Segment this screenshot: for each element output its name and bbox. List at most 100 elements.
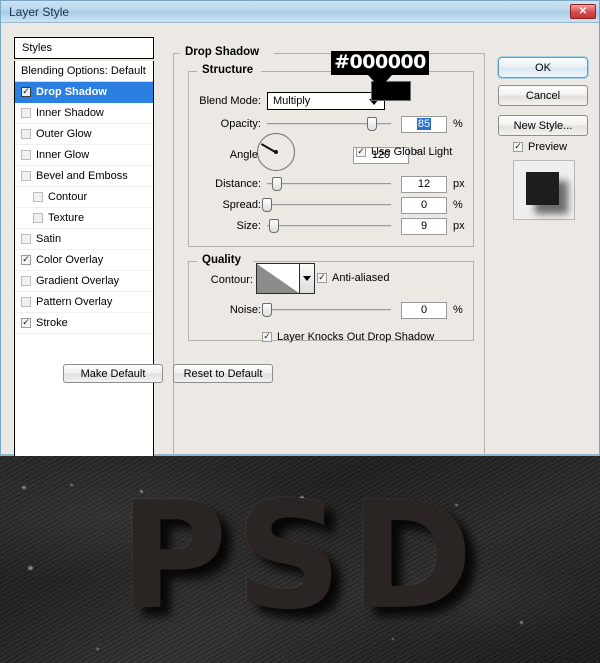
callout-pointer-icon [368, 74, 392, 88]
style-enable-checkbox[interactable] [21, 276, 31, 286]
style-list-item[interactable]: Bevel and Emboss [15, 166, 153, 187]
use-global-light-row[interactable]: Use Global Light [356, 146, 452, 158]
anti-aliased-label: Anti-aliased [332, 272, 390, 284]
style-enable-checkbox[interactable] [21, 108, 31, 118]
style-list-item-label: Color Overlay [36, 254, 104, 266]
spread-input[interactable]: 0 [401, 196, 447, 214]
style-list-item[interactable]: Stroke [15, 313, 153, 334]
opacity-row: Opacity: 85 % [197, 115, 463, 133]
style-list-item-label: Contour [48, 191, 88, 203]
style-list-item-label: Outer Glow [36, 128, 92, 140]
page-title: Layer Style [9, 4, 70, 19]
blend-mode-select[interactable]: Multiply [267, 92, 385, 110]
style-list-item-label: Gradient Overlay [36, 275, 120, 287]
size-unit: px [453, 220, 465, 232]
style-list-item[interactable]: Blending Options: Default [15, 61, 153, 82]
size-slider[interactable] [267, 219, 391, 233]
style-list-item[interactable]: Inner Glow [15, 145, 153, 166]
angle-dial[interactable] [257, 133, 295, 171]
size-input[interactable]: 9 [401, 217, 447, 235]
psd-artwork-text: PSD [119, 470, 481, 642]
style-enable-checkbox[interactable] [21, 234, 31, 244]
close-icon[interactable]: ✕ [570, 4, 596, 19]
size-row: Size: 9 px [197, 217, 465, 235]
anti-aliased-checkbox[interactable] [317, 273, 327, 283]
preview-checkbox[interactable] [513, 142, 523, 152]
size-label: Size: [236, 220, 261, 232]
layer-knocks-out-row[interactable]: Layer Knocks Out Drop Shadow [262, 331, 434, 343]
style-list-item[interactable]: Drop Shadow [15, 82, 153, 103]
new-style-button[interactable]: New Style... [498, 115, 588, 136]
blend-mode-label: Blend Mode: [199, 95, 261, 107]
layer-knocks-out-checkbox[interactable] [262, 332, 272, 342]
style-enable-checkbox[interactable] [21, 129, 31, 139]
noise-row: Noise: 0 % [197, 301, 463, 319]
style-enable-checkbox[interactable] [21, 318, 31, 328]
noise-input[interactable]: 0 [401, 301, 447, 319]
ok-button[interactable]: OK [498, 57, 588, 78]
distance-row: Distance: 12 px [197, 175, 465, 193]
opacity-slider[interactable] [267, 117, 391, 131]
style-list-item[interactable]: Contour [15, 187, 153, 208]
noise-slider-thumb[interactable] [262, 303, 272, 317]
preview-row[interactable]: Preview [513, 141, 567, 153]
spread-slider-thumb[interactable] [262, 198, 272, 212]
style-list-item-label: Pattern Overlay [36, 296, 113, 308]
size-slider-thumb[interactable] [269, 219, 280, 233]
style-enable-checkbox[interactable] [21, 171, 31, 181]
distance-slider[interactable] [267, 177, 391, 191]
style-enable-checkbox[interactable] [33, 192, 43, 202]
style-enable-checkbox[interactable] [21, 297, 31, 307]
opacity-unit: % [453, 118, 463, 130]
style-list-item[interactable]: Outer Glow [15, 124, 153, 145]
noise-label: Noise: [229, 304, 261, 316]
make-default-button[interactable]: Make Default [63, 364, 163, 383]
style-enable-checkbox[interactable] [33, 213, 43, 223]
callout-text: #000000 [331, 51, 429, 75]
opacity-slider-thumb[interactable] [367, 117, 378, 131]
noise-slider[interactable] [262, 303, 391, 317]
style-list-item[interactable]: Satin [15, 229, 153, 250]
style-enable-checkbox[interactable] [21, 150, 31, 160]
contour-dropdown-button[interactable] [300, 263, 315, 294]
angle-row: Angle: [197, 146, 261, 164]
spread-slider[interactable] [262, 198, 391, 212]
spread-label: Spread: [222, 199, 261, 211]
structure-group-title: Structure [197, 64, 259, 76]
blend-mode-row: Blend Mode: Multiply [197, 92, 385, 110]
distance-slider-thumb[interactable] [271, 177, 282, 191]
style-enable-checkbox[interactable] [21, 87, 31, 97]
style-list-item[interactable]: Pattern Overlay [15, 292, 153, 313]
style-list-item-label: Satin [36, 233, 62, 245]
style-list-item-label: Stroke [36, 317, 68, 329]
dialog-titlebar[interactable]: Layer Style ✕ [1, 1, 599, 23]
style-list-item[interactable]: Color Overlay [15, 250, 153, 271]
styles-list[interactable]: Blending Options: Default Drop Shadow Inne… [14, 61, 154, 462]
contour-preview[interactable] [256, 263, 300, 294]
spread-row: Spread: 0 % [197, 196, 463, 214]
opacity-label: Opacity: [220, 118, 261, 130]
noise-unit: % [453, 304, 463, 316]
reset-to-default-button[interactable]: Reset to Default [173, 364, 273, 383]
opacity-input[interactable]: 85 [401, 115, 447, 133]
anti-aliased-row[interactable]: Anti-aliased [317, 272, 389, 284]
contour-row: Contour: [197, 271, 253, 289]
distance-input[interactable]: 12 [401, 175, 447, 193]
use-global-light-checkbox[interactable] [356, 147, 366, 157]
style-list-item[interactable]: Texture [15, 208, 153, 229]
chevron-down-icon [303, 276, 311, 281]
style-list-item[interactable]: Inner Shadow [15, 103, 153, 124]
preview-label: Preview [528, 141, 568, 153]
style-list-item-label: Drop Shadow [36, 86, 107, 98]
cancel-button[interactable]: Cancel [498, 85, 588, 106]
dialog-body: Styles Blending Options: Default Drop Sha… [1, 23, 599, 463]
style-enable-checkbox[interactable] [21, 255, 31, 265]
style-list-item-label: Texture [48, 212, 85, 224]
psd-artwork-canvas: PSD [0, 456, 600, 663]
distance-label: Distance: [215, 178, 261, 190]
spread-unit: % [453, 199, 463, 211]
style-list-item-label: Inner Glow [36, 149, 90, 161]
style-list-item-label: Inner Shadow [36, 107, 104, 119]
style-list-item[interactable]: Gradient Overlay [15, 271, 153, 292]
drop-shadow-group-title: Drop Shadow [180, 46, 265, 58]
